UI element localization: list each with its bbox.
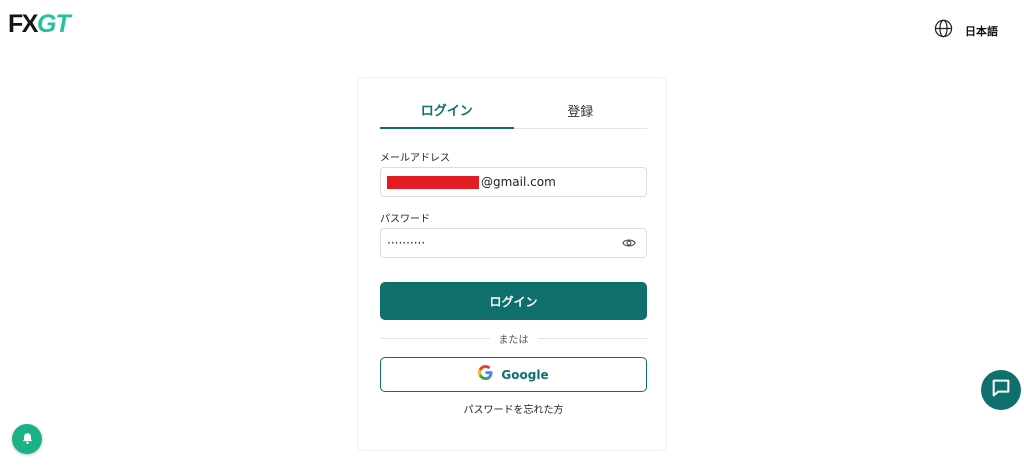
google-login-button[interactable]: Google bbox=[380, 357, 647, 392]
email-label: メールアドレス bbox=[380, 153, 450, 164]
login-button[interactable]: ログイン bbox=[380, 282, 647, 320]
globe-icon bbox=[934, 19, 953, 42]
notification-button[interactable] bbox=[12, 424, 42, 454]
divider-line-right bbox=[537, 337, 647, 339]
bell-icon bbox=[21, 430, 34, 449]
google-button-label: Google bbox=[501, 367, 549, 382]
language-label: 日本語 bbox=[965, 24, 998, 38]
login-card: ログイン 登録 メールアドレス @gmail.com パスワード ·······… bbox=[357, 77, 667, 451]
eye-icon[interactable] bbox=[622, 237, 636, 252]
forgot-password-link[interactable]: パスワードを忘れた方 bbox=[380, 401, 647, 416]
password-field[interactable]: ·········· bbox=[380, 228, 647, 258]
redacted-email-block bbox=[387, 175, 479, 189]
chat-bubble-icon bbox=[990, 377, 1012, 403]
logo-text-primary: FX bbox=[8, 9, 38, 38]
tab-login[interactable]: ログイン bbox=[380, 92, 514, 129]
auth-tabs: ログイン 登録 bbox=[380, 92, 647, 129]
password-value: ·········· bbox=[387, 236, 426, 250]
google-icon bbox=[478, 365, 493, 384]
divider-text: または bbox=[498, 334, 529, 346]
language-selector[interactable]: 日本語 bbox=[934, 19, 998, 42]
divider-line-left bbox=[380, 337, 490, 339]
tab-register[interactable]: 登録 bbox=[514, 92, 648, 128]
password-label: パスワード bbox=[380, 214, 430, 225]
email-value: @gmail.com bbox=[481, 175, 556, 189]
brand-logo[interactable]: FX GT bbox=[8, 9, 71, 38]
or-divider: または bbox=[380, 331, 647, 346]
logo-text-accent: GT bbox=[36, 9, 71, 38]
email-field[interactable]: @gmail.com bbox=[380, 167, 647, 197]
chat-support-button[interactable] bbox=[981, 370, 1021, 410]
